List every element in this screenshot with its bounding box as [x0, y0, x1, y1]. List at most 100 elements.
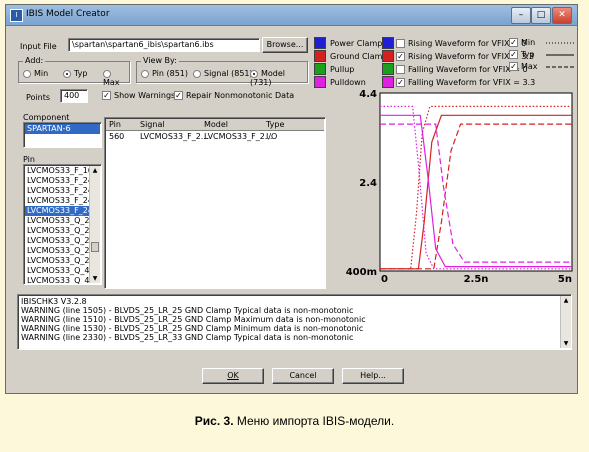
- ibis-model-creator-window: I IBIS Model Creator – □ ✕ Input File \s…: [5, 4, 578, 394]
- pin-list-item[interactable]: LVCMOS33_F_24: [25, 186, 89, 196]
- log-lines: IBISCHK3 V3.2.8 WARNING (line 1505) - BLV…: [18, 295, 571, 344]
- pin-caption: Pin: [23, 155, 35, 164]
- maximize-button[interactable]: □: [531, 7, 551, 24]
- repair-nonmonotonic-label: Repair Nonmonotonic Data: [186, 91, 295, 100]
- waveform-checkbox[interactable]: [396, 39, 405, 48]
- table-header-cell[interactable]: Type: [266, 120, 284, 129]
- plot-area: [379, 92, 573, 272]
- legend-swatch[interactable]: [382, 63, 394, 75]
- add-min-radio[interactable]: Min: [23, 69, 48, 78]
- pin-list-item[interactable]: LVCMOS33_F_24: [25, 176, 89, 186]
- add-typ-radio[interactable]: Typ: [63, 69, 87, 78]
- y-tick-label: 400m: [346, 267, 377, 278]
- scroll-down-icon[interactable]: ▼: [561, 339, 571, 348]
- add-typ-label: Typ: [74, 69, 88, 78]
- corner-checkbox[interactable]: ✓: [509, 50, 518, 59]
- log-line: WARNING (line 1530) - BLVDS_25_LR_25 GND…: [21, 324, 364, 333]
- legend-label: Power Clamp: [330, 39, 383, 48]
- show-warnings-checkbox[interactable]: ✓ Show Warnings: [102, 91, 175, 100]
- legend-swatch[interactable]: [382, 37, 394, 49]
- ok-button[interactable]: OK: [202, 368, 264, 384]
- scroll-up-icon[interactable]: ▲: [561, 296, 571, 305]
- legend-swatch[interactable]: [314, 50, 326, 62]
- log-output[interactable]: IBISCHK3 V3.2.8 WARNING (line 1505) - BLV…: [17, 294, 572, 350]
- log-line: WARNING (line 2330) - BLVDS_25_LR_33 GND…: [21, 333, 354, 342]
- view-by-pin-radio[interactable]: Pin (851): [141, 69, 188, 78]
- browse-button[interactable]: Browse...: [262, 37, 308, 53]
- legend-swatch[interactable]: [314, 37, 326, 49]
- show-warnings-label: Show Warnings: [114, 91, 176, 100]
- view-by-model-radio[interactable]: Model (731): [250, 69, 307, 87]
- y-tick-label: 4.4: [359, 89, 377, 100]
- figure-caption-text: Меню импорта IBIS-модели.: [233, 414, 395, 428]
- scroll-thumb[interactable]: [91, 242, 99, 252]
- table-cell: 560: [109, 132, 125, 141]
- component-caption: Component: [23, 113, 70, 122]
- table-cell: LVCMOS33_F_2...: [204, 132, 273, 141]
- table-header-cell[interactable]: Model: [204, 120, 228, 129]
- scroll-down-icon[interactable]: ▼: [90, 274, 100, 283]
- table-header-cell[interactable]: Pin: [109, 120, 121, 129]
- legend-line-styles: [546, 42, 574, 68]
- x-tick-label: 5n: [558, 274, 572, 285]
- legend-label: Pullup: [330, 65, 355, 74]
- table-header-cell[interactable]: Signal: [140, 120, 165, 129]
- checkbox-indicator: ✓: [102, 91, 111, 100]
- help-button[interactable]: Help...: [342, 368, 404, 384]
- legend-label: Pulldown: [330, 78, 366, 87]
- minimize-button[interactable]: –: [511, 7, 531, 24]
- pin-list-item[interactable]: LVCMOS33_Q_2: [25, 216, 89, 226]
- corner-checkbox[interactable]: ✓: [509, 38, 518, 47]
- table-cell: LVCMOS33_F_2...: [140, 132, 209, 141]
- pin-list-item[interactable]: LVCMOS33_Q_2: [25, 246, 89, 256]
- component-item[interactable]: SPARTAN-6: [25, 124, 100, 134]
- x-tick-label: 0: [381, 274, 388, 285]
- log-scrollbar[interactable]: ▲ ▼: [560, 296, 571, 348]
- pin-list[interactable]: LVCMOS33_F_16 LVCMOS33_F_24 LVCMOS33_F_24 L…: [23, 164, 102, 285]
- input-file-field[interactable]: \spartan\spartan6_ibis\spartan6.ibs: [68, 38, 260, 52]
- pin-list-item[interactable]: LVCMOS33_Q_2: [25, 256, 89, 266]
- figure-number: Рис. 3.: [194, 414, 234, 428]
- legend-swatch[interactable]: [382, 76, 394, 88]
- checkbox-indicator: ✓: [174, 91, 183, 100]
- legend-swatch[interactable]: [314, 63, 326, 75]
- window-title: IBIS Model Creator: [26, 9, 110, 19]
- close-button[interactable]: ✕: [552, 7, 572, 24]
- pin-list-item[interactable]: LVCMOS33_Q_2: [25, 236, 89, 246]
- figure-caption: Рис. 3. Меню импорта IBIS-модели.: [0, 414, 589, 428]
- pin-list-item[interactable]: LVCMOS33_F_16: [25, 166, 89, 176]
- view-by-signal-radio[interactable]: Signal (851): [193, 69, 253, 78]
- pin-table[interactable]: Pin Signal Model Type 560 LVCMOS33_F_2... LVC…: [104, 117, 326, 289]
- scroll-up-icon[interactable]: ▲: [90, 166, 100, 175]
- table-header: Pin Signal Model Type: [106, 119, 324, 131]
- radio-indicator: [63, 69, 71, 78]
- add-group: Add: Min Typ Max: [18, 56, 130, 87]
- waveform-checkbox[interactable]: ✓: [396, 52, 405, 61]
- component-list[interactable]: SPARTAN-6: [23, 122, 102, 148]
- pin-list-item[interactable]: LVCMOS33_Q_4: [25, 276, 89, 284]
- cancel-button[interactable]: Cancel: [272, 368, 334, 384]
- y-tick-label: 2.4: [359, 178, 377, 189]
- points-label: Points: [26, 93, 51, 102]
- legend-swatch[interactable]: [314, 76, 326, 88]
- pin-list-item[interactable]: LVCMOS33_F_24: [25, 206, 89, 216]
- pin-list-scrollbar[interactable]: ▲ ▼: [89, 166, 100, 283]
- points-input[interactable]: 400: [60, 89, 88, 103]
- waveform-chart: 400m 2.4 4.4 0 2.5n 5n: [346, 89, 573, 285]
- title-bar[interactable]: I IBIS Model Creator – □ ✕: [6, 5, 577, 26]
- pin-list-item[interactable]: LVCMOS33_Q_4: [25, 266, 89, 276]
- waveform-checkbox[interactable]: [396, 65, 405, 74]
- add-max-label: Max: [103, 78, 120, 87]
- legend-swatch[interactable]: [382, 50, 394, 62]
- view-by-signal-label: Signal (851): [204, 69, 253, 78]
- radio-indicator: [250, 69, 258, 78]
- corner-checkbox[interactable]: ✓: [509, 62, 518, 71]
- repair-nonmonotonic-checkbox[interactable]: ✓ Repair Nonmonotonic Data: [174, 91, 294, 100]
- pin-list-item[interactable]: LVCMOS33_F_24: [25, 196, 89, 206]
- log-line: IBISCHK3 V3.2.8: [21, 297, 87, 306]
- radio-indicator: [103, 69, 111, 78]
- table-row[interactable]: 560 LVCMOS33_F_2... LVCMOS33_F_2... I/O: [106, 132, 324, 142]
- waveform-checkbox[interactable]: ✓: [396, 78, 405, 87]
- add-max-radio[interactable]: Max: [103, 69, 129, 87]
- pin-list-item[interactable]: LVCMOS33_Q_2: [25, 226, 89, 236]
